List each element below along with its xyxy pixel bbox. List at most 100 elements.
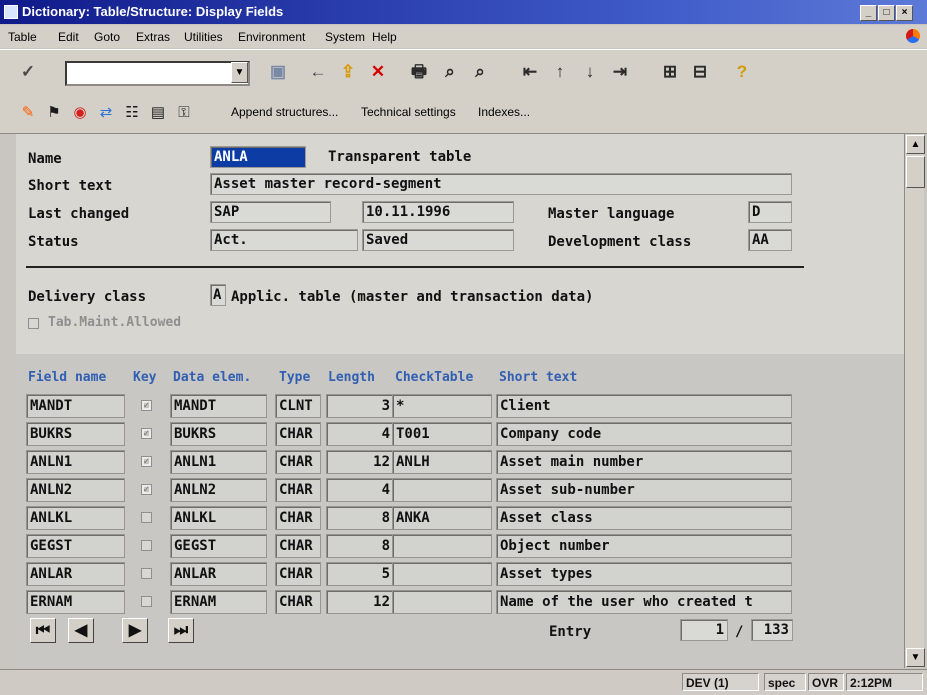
check-table-cell[interactable]: * [392,394,492,418]
length-cell[interactable]: 8 [326,534,394,558]
maximize-button[interactable]: □ [878,5,895,21]
short-text-cell[interactable]: Asset types [496,562,792,586]
first-entry-button[interactable]: ⏮ [30,618,56,643]
key-checkbox[interactable]: ✓ [141,428,152,439]
menu-extras[interactable]: Extras [136,30,170,44]
data-element-cell[interactable]: BUKRS [170,422,267,446]
status-field-1[interactable]: Act. [210,229,358,251]
menu-utilities[interactable]: Utilities [184,30,223,44]
length-cell[interactable]: 5 [326,562,394,586]
data-element-cell[interactable]: ANLKL [170,506,267,530]
scroll-thumb[interactable] [906,156,925,188]
vertical-scrollbar[interactable]: ▲ ▼ [904,134,925,668]
key-checkbox[interactable] [141,512,152,523]
short-text-cell[interactable]: Asset sub-number [496,478,792,502]
help-icon[interactable]: ? [732,62,752,82]
development-class-field[interactable]: AA [748,229,792,251]
type-cell[interactable]: CLNT [275,394,321,418]
exit-icon[interactable]: ⇪ [338,62,358,82]
check-icon[interactable]: ✓ [18,62,38,82]
short-text-field[interactable]: Asset master record-segment [210,173,792,195]
type-cell[interactable]: CHAR [275,478,321,502]
delivery-class-field[interactable]: A [210,284,226,306]
data-element-cell[interactable]: ANLN1 [170,450,267,474]
indexes-button[interactable]: Indexes... [478,105,530,119]
check-table-cell[interactable] [392,590,492,614]
command-field[interactable] [65,61,250,86]
command-field-dropdown-button[interactable]: ▼ [231,62,248,83]
short-text-cell[interactable]: Asset class [496,506,792,530]
previous-entry-button[interactable]: ◀ [68,618,94,643]
short-text-cell[interactable]: Asset main number [496,450,792,474]
where-used-icon[interactable]: ⇄ [96,103,116,123]
master-language-field[interactable]: D [748,201,792,223]
find-next-icon[interactable]: ⌕ [470,62,490,82]
scroll-up-button[interactable]: ▲ [906,135,925,154]
length-cell[interactable]: 4 [326,422,394,446]
type-cell[interactable]: CHAR [275,562,321,586]
create-session-icon[interactable]: ⊞ [660,62,680,82]
type-cell[interactable]: CHAR [275,534,321,558]
next-page-icon[interactable]: ↓ [580,62,600,82]
short-text-cell[interactable]: Name of the user who created t [496,590,792,614]
type-cell[interactable]: CHAR [275,506,321,530]
next-entry-button[interactable]: ▶ [122,618,148,643]
check-table-cell[interactable]: ANKA [392,506,492,530]
last-page-icon[interactable]: ⇥ [610,62,630,82]
first-page-icon[interactable]: ⇤ [520,62,540,82]
length-cell[interactable]: 12 [326,590,394,614]
key-checkbox[interactable]: ✓ [141,456,152,467]
entry-current-field[interactable]: 1 [680,619,728,641]
tab-maint-allowed-checkbox[interactable] [28,318,39,329]
last-changed-date-field[interactable]: 10.11.1996 [362,201,514,223]
field-name-cell[interactable]: ERNAM [26,590,125,614]
data-element-cell[interactable]: ERNAM [170,590,267,614]
last-entry-button[interactable]: ⏭ [168,618,194,643]
length-cell[interactable]: 8 [326,506,394,530]
type-cell[interactable]: CHAR [275,422,321,446]
data-element-cell[interactable]: ANLAR [170,562,267,586]
close-button[interactable]: × [896,5,913,21]
menu-goto[interactable]: Goto [94,30,120,44]
system-status[interactable]: DEV (1) [682,673,759,691]
last-changed-user-field[interactable]: SAP [210,201,331,223]
type-cell[interactable]: CHAR [275,590,321,614]
back-icon[interactable]: ← [308,62,328,82]
field-name-cell[interactable]: ANLKL [26,506,125,530]
length-cell[interactable]: 4 [326,478,394,502]
check-table-cell[interactable] [392,534,492,558]
data-element-cell[interactable]: MANDT [170,394,267,418]
short-text-cell[interactable]: Object number [496,534,792,558]
check-table-cell[interactable]: ANLH [392,450,492,474]
key-icon[interactable]: ⚿ [174,103,194,123]
mode-status[interactable]: OVR [808,673,844,691]
find-icon[interactable]: ⌕ [440,62,460,82]
field-name-cell[interactable]: ANLN1 [26,450,125,474]
append-structures-button[interactable]: Append structures... [231,105,338,119]
cancel-icon[interactable]: ✕ [368,62,388,82]
menu-system[interactable]: System [325,30,365,44]
hierarchy-icon[interactable]: ⚑ [44,103,64,123]
key-checkbox[interactable] [141,540,152,551]
data-element-cell[interactable]: ANLN2 [170,478,267,502]
field-name-cell[interactable]: MANDT [26,394,125,418]
type-cell[interactable]: CHAR [275,450,321,474]
print-icon[interactable]: 🖶 [409,62,429,82]
field-name-cell[interactable]: BUKRS [26,422,125,446]
minimize-button[interactable]: _ [860,5,877,21]
display-change-icon[interactable]: ✎ [18,103,38,123]
status-field-2[interactable]: Saved [362,229,514,251]
key-checkbox[interactable] [141,568,152,579]
scroll-down-button[interactable]: ▼ [906,648,925,667]
field-name-cell[interactable]: GEGST [26,534,125,558]
check-table-cell[interactable] [392,478,492,502]
short-text-cell[interactable]: Client [496,394,792,418]
name-field[interactable]: ANLA [210,146,306,168]
menu-environment[interactable]: Environment [238,30,305,44]
length-cell[interactable]: 12 [326,450,394,474]
menu-table[interactable]: Table [8,30,37,44]
menu-help[interactable]: Help [372,30,397,44]
check-table-cell[interactable]: T001 [392,422,492,446]
shortcut-icon[interactable]: ⊟ [690,62,710,82]
field-name-cell[interactable]: ANLN2 [26,478,125,502]
